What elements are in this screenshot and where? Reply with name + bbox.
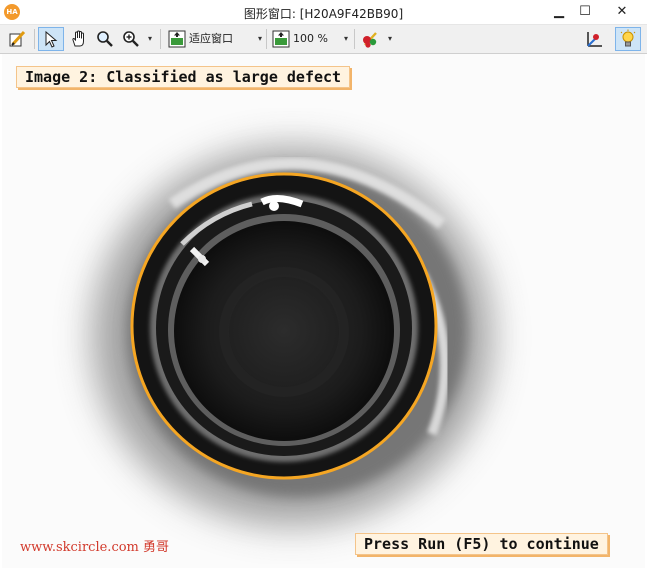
pan-tool-button[interactable] bbox=[66, 27, 92, 51]
zoom-level-button[interactable] bbox=[268, 27, 294, 51]
cursor-arrow-icon bbox=[45, 30, 58, 48]
bottle-image bbox=[2, 54, 645, 568]
toolbar-separator bbox=[160, 29, 161, 49]
close-button[interactable]: ✕ bbox=[610, 0, 634, 24]
pencil-icon bbox=[9, 30, 26, 47]
zoom-in-icon bbox=[123, 31, 139, 47]
graphics-canvas[interactable]: Image 2: Classified as large defect Pres… bbox=[2, 54, 645, 568]
fit-window-label[interactable]: 适应窗口 bbox=[189, 27, 233, 51]
paint-color-button[interactable] bbox=[358, 27, 384, 51]
minimize-button[interactable]: ▁ bbox=[550, 0, 568, 24]
watermark-text: www.skcircle.com 勇哥 bbox=[20, 540, 170, 555]
title-bar: HA 图形窗口: [H20A9F42BB90] ▁ ☐ ✕ bbox=[0, 0, 647, 25]
paint-color-dropdown[interactable]: ▾ bbox=[385, 27, 395, 51]
light-bulb-icon bbox=[620, 29, 636, 47]
chart-axes-icon bbox=[587, 32, 602, 47]
edit-pencil-button[interactable] bbox=[4, 27, 30, 51]
pointer-tool-button[interactable] bbox=[38, 27, 64, 51]
toolbar-separator bbox=[34, 29, 35, 49]
zoom-level-label[interactable]: 100 % bbox=[293, 27, 328, 51]
toolbar: ▾ 适应窗口 ▾ 100 % ▾ ▾ bbox=[0, 25, 647, 54]
zoom-level-icon bbox=[272, 30, 290, 48]
zoom-level-dropdown[interactable]: ▾ bbox=[341, 27, 351, 51]
magnify-button[interactable] bbox=[92, 27, 118, 51]
maximize-button[interactable]: ☐ bbox=[574, 0, 596, 24]
zoom-in-button[interactable] bbox=[118, 27, 144, 51]
zoom-dropdown[interactable]: ▾ bbox=[145, 27, 155, 51]
toolbar-separator bbox=[354, 29, 355, 49]
hand-icon bbox=[72, 30, 84, 47]
classification-message: Image 2: Classified as large defect bbox=[16, 66, 351, 88]
toggle-light-button[interactable] bbox=[615, 27, 641, 51]
continue-prompt: Press Run (F5) to continue bbox=[355, 533, 608, 555]
paint-brush-icon bbox=[363, 32, 377, 48]
region-graph-button[interactable] bbox=[581, 27, 607, 51]
fit-window-button[interactable] bbox=[164, 27, 190, 51]
toolbar-separator bbox=[266, 29, 267, 49]
fit-window-dropdown[interactable]: ▾ bbox=[255, 27, 265, 51]
magnifier-icon bbox=[97, 31, 113, 47]
fit-window-icon bbox=[168, 30, 186, 48]
